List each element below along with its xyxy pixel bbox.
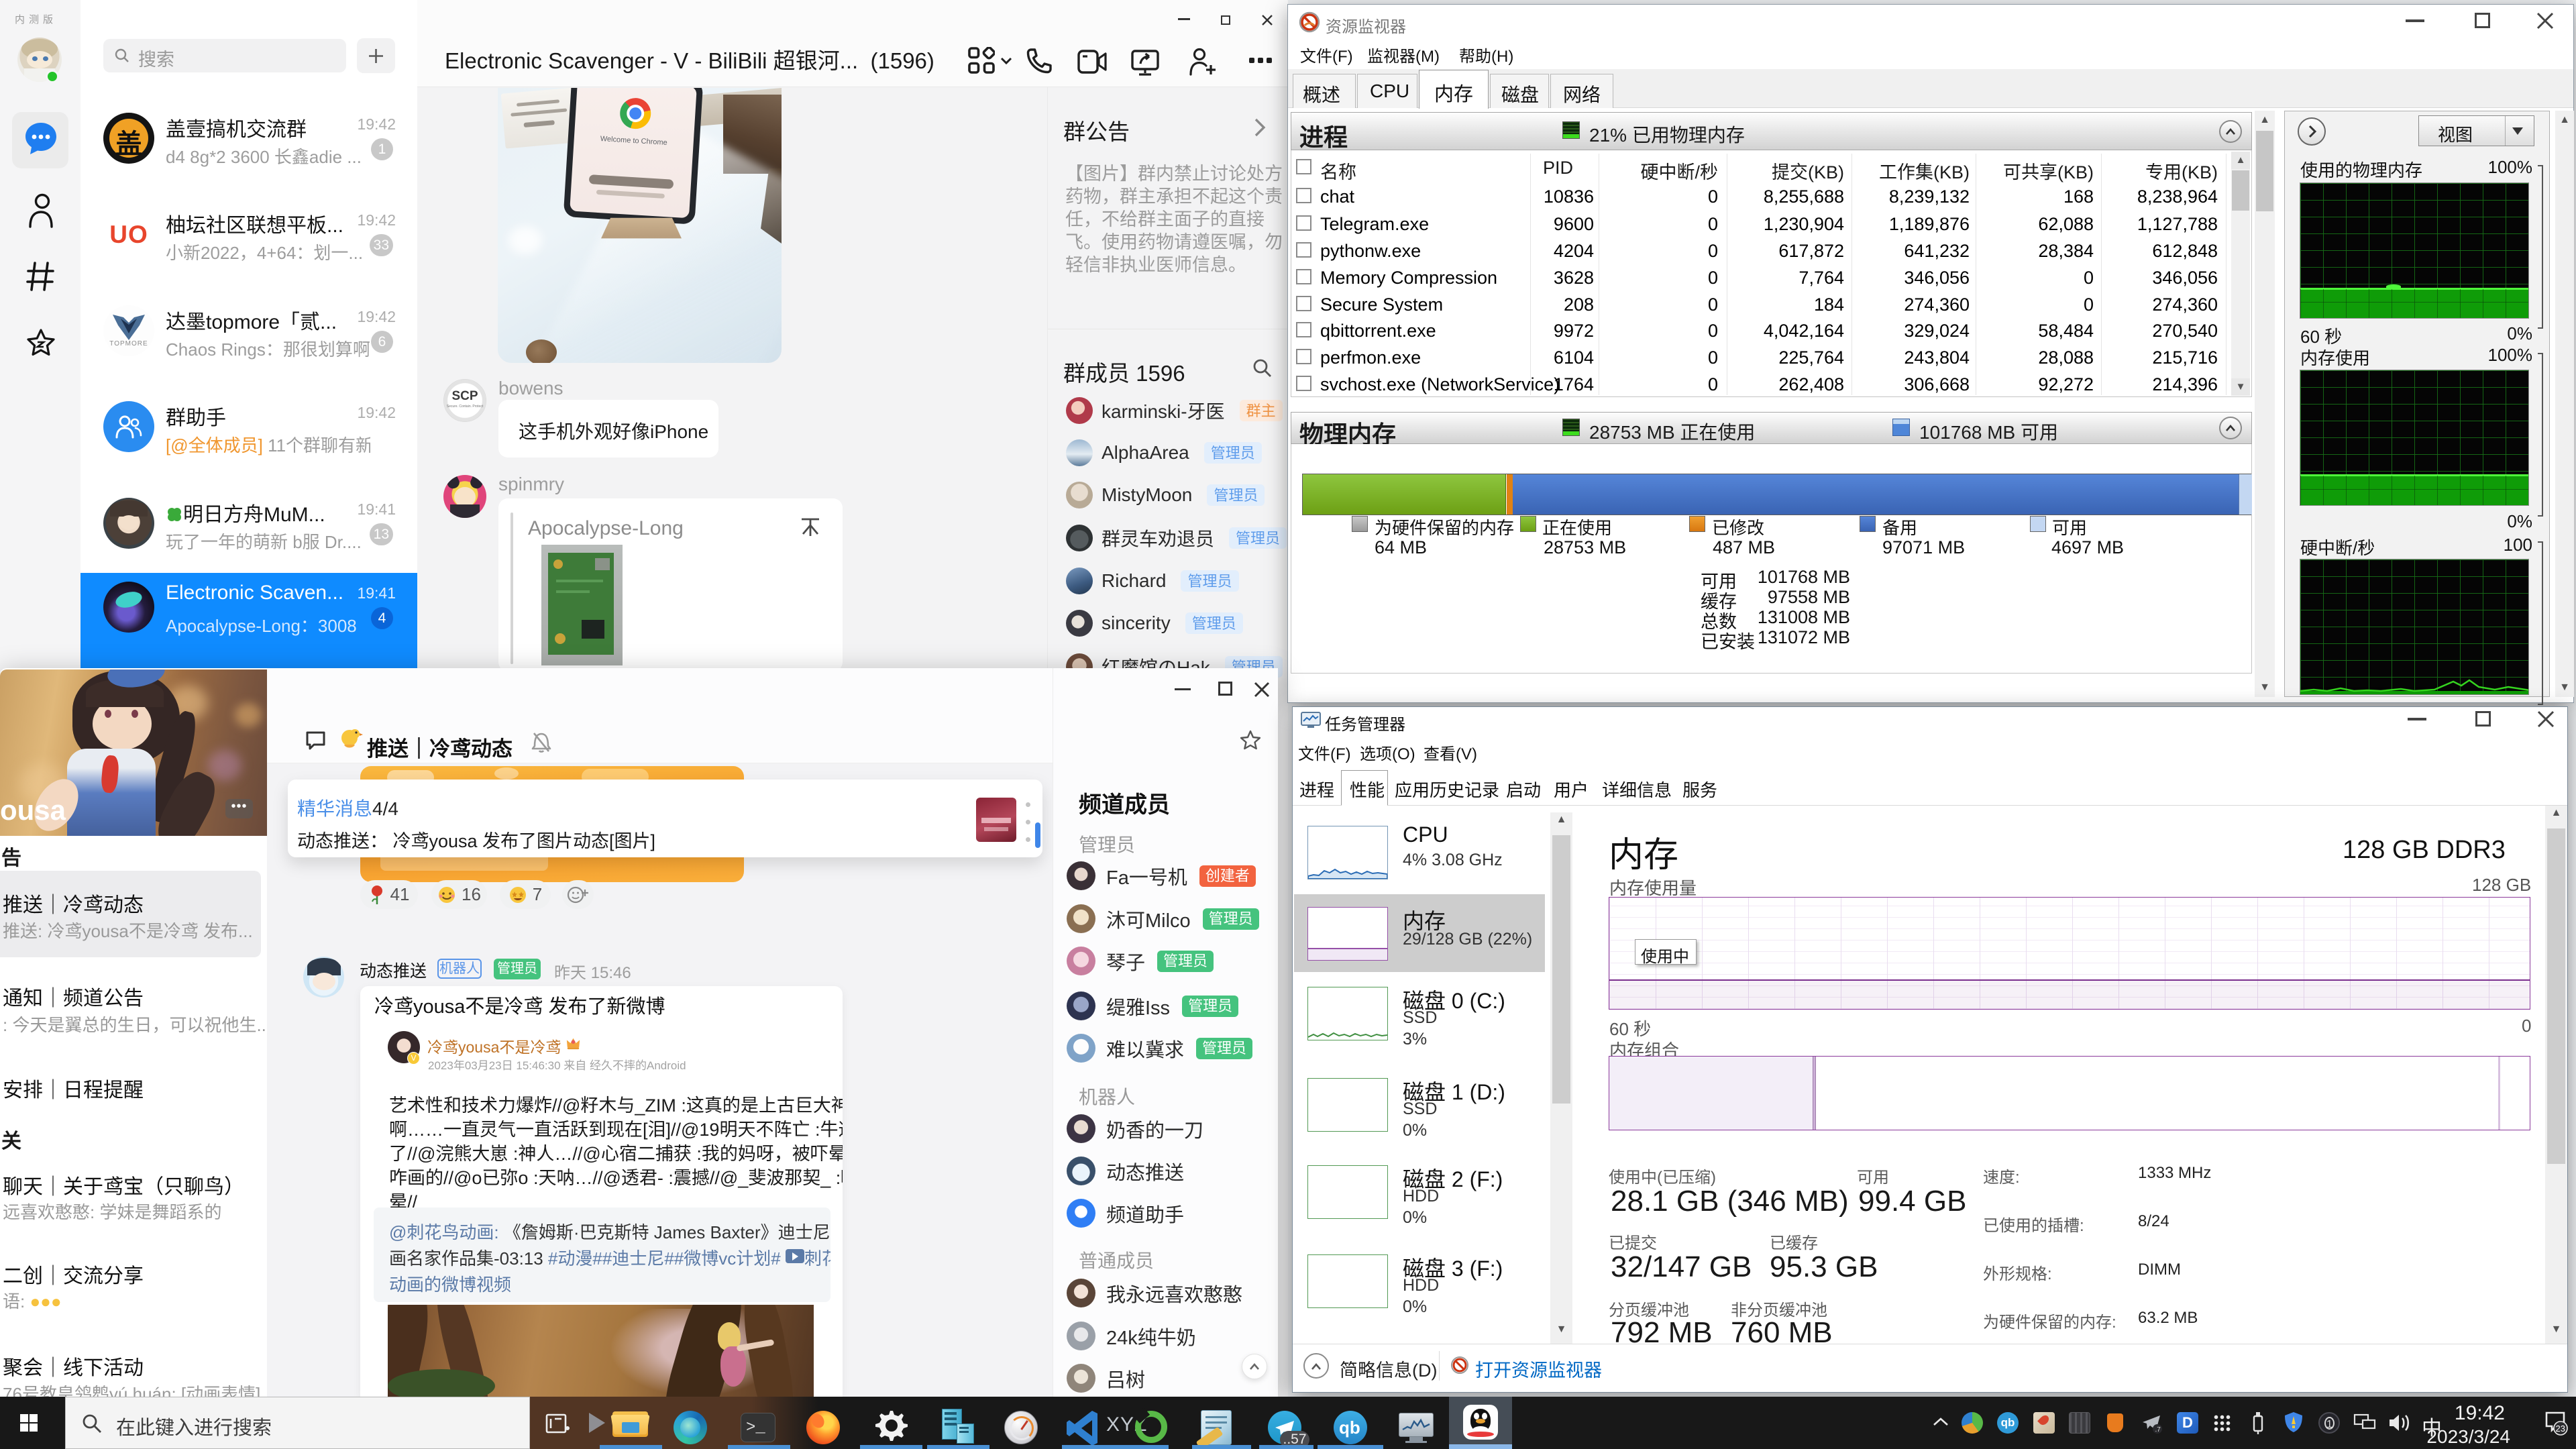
svg-text:23: 23 xyxy=(2556,1424,2565,1434)
svg-text:.7: .7 xyxy=(2155,1426,2161,1434)
